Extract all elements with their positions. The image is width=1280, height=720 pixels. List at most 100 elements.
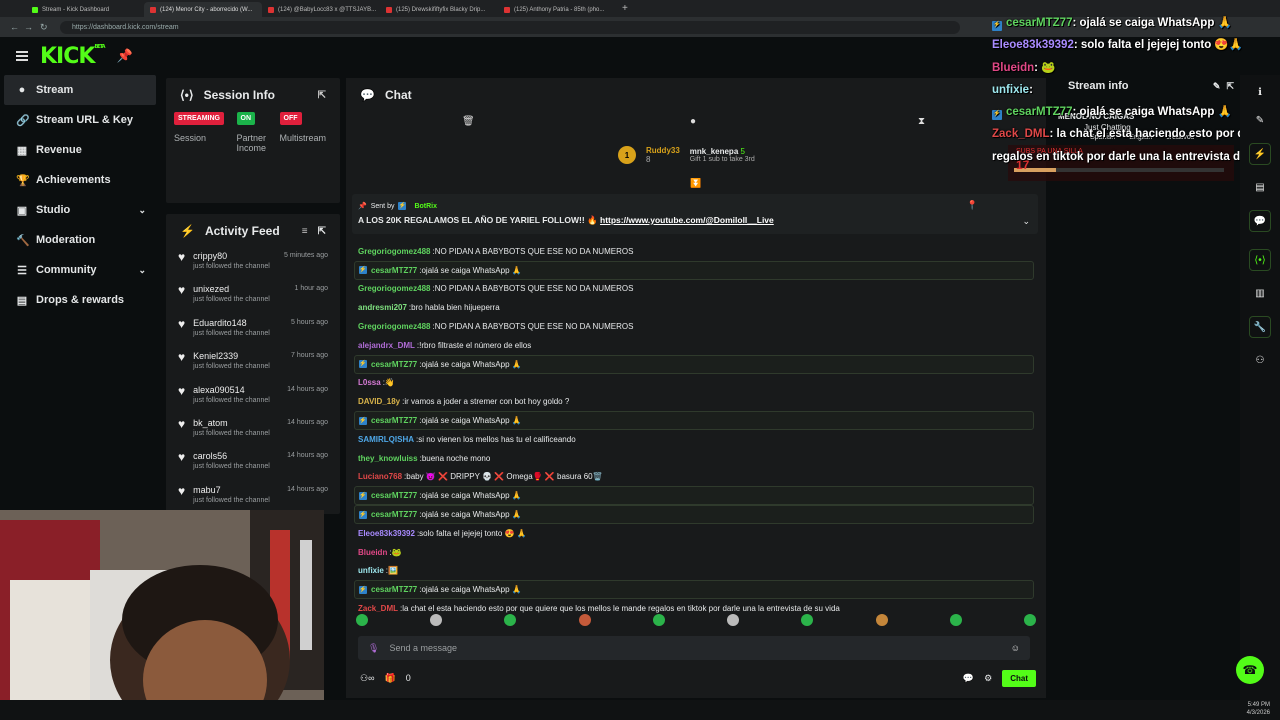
url-input[interactable]: https://dashboard.kick.com/stream [60, 20, 960, 34]
heart-icon: ♥ [178, 283, 186, 298]
chat-username[interactable]: cesarMTZ77 [371, 415, 417, 426]
browser-tab[interactable]: (124) @BabyLocc83 x @TTSJAYB... [262, 2, 380, 17]
chat-username[interactable]: Gregoriogomez488 [358, 321, 430, 332]
back-icon[interactable]: ← [10, 22, 19, 32]
follower-name[interactable]: Eduardito148 [193, 317, 270, 329]
follower-name[interactable]: crippy80 [193, 250, 270, 262]
sidebar-item-stream[interactable]: ● Stream [4, 75, 156, 105]
emote-icon[interactable] [801, 614, 814, 626]
heart-icon: ♥ [178, 250, 186, 264]
bot-name[interactable]: BotRix [414, 203, 437, 210]
popout-icon[interactable]: ⇱ [318, 226, 326, 237]
follower-name[interactable]: Keniel2339 [193, 350, 270, 362]
logo-text: KICK [40, 43, 95, 69]
emoji-icon[interactable]: ☺ [1011, 643, 1020, 653]
chat-username[interactable]: Gregoriogomez488 [358, 283, 430, 294]
document-icon[interactable]: ▤ [1255, 182, 1264, 193]
gifter-name[interactable]: Ruddy33 [646, 146, 680, 155]
support-chat-button[interactable]: ☎ [1236, 656, 1264, 684]
emote-icon[interactable] [430, 614, 443, 626]
chat-username[interactable]: cesarMTZ77 [371, 584, 417, 595]
follower-name[interactable]: unixezed [193, 283, 270, 295]
menu-icon[interactable] [16, 51, 28, 61]
emote-icon[interactable] [949, 614, 962, 626]
pencil-icon[interactable]: ✎ [1256, 115, 1264, 126]
gift-user[interactable]: mnk_kenepa [690, 147, 738, 156]
info-icon[interactable]: ℹ [1258, 87, 1262, 98]
session-cells: STREAMING Session ON Partner Income OFF Mul… [166, 112, 340, 153]
chat-username[interactable]: unfixie [358, 565, 384, 576]
chevron-down-icon[interactable]: ⌄ [1022, 216, 1030, 227]
emote-icon[interactable] [1023, 614, 1036, 626]
chat-username[interactable]: DAVID_18y [358, 396, 400, 407]
sidebar-item-studio[interactable]: ▣ Studio ⌄ [4, 195, 156, 225]
popout-icon[interactable]: ⇱ [318, 90, 326, 101]
emote-icon[interactable] [652, 614, 665, 626]
chat-settings-icon[interactable]: 💬 [963, 673, 974, 684]
emote-icon[interactable] [356, 614, 368, 626]
lightning-icon[interactable]: ⚡ [1249, 143, 1271, 165]
chat-username[interactable]: SAMIRLQISHA [358, 434, 414, 445]
users-icon[interactable]: ⚇∞ [360, 673, 374, 684]
chat-username[interactable]: L0ssa [358, 377, 381, 388]
chat-bubble-icon[interactable]: ● [690, 116, 696, 127]
reload-icon[interactable]: ↻ [40, 22, 48, 33]
gift-box-icon[interactable]: 🎁 [384, 673, 395, 684]
unpin-icon[interactable]: 📍 [967, 200, 978, 211]
chat-text: NO PIDAN A BABYBOTS QUE ESE NO DA NUMERO… [434, 246, 634, 256]
gear-icon[interactable]: ⚙ [984, 673, 992, 684]
sidebar-item-achievements[interactable]: 🏆 Achievements [4, 165, 156, 195]
send-chat-button[interactable]: Chat [1002, 669, 1036, 687]
sidebar-item-revenue[interactable]: ▦ Revenue [4, 135, 156, 165]
chat-username[interactable]: Zack_DML [358, 603, 398, 614]
bolt-icon: ⚡ [180, 224, 195, 238]
chat-username[interactable]: cesarMTZ77 [371, 265, 417, 276]
browser-tab[interactable]: (125) Anthony Patria - 85th (pho... [498, 2, 616, 17]
sidebar-item-label: Moderation [36, 234, 96, 246]
wrench-icon[interactable]: 🔧 [1249, 316, 1271, 338]
chat-username[interactable]: Luciano768 [358, 471, 402, 482]
pinned-link[interactable]: https://www.youtube.com/@Domiloll__Live [600, 215, 774, 225]
chat-username[interactable]: Blueidn [358, 547, 387, 558]
browser-tab[interactable]: (124) Menor City - aborrecido (W... [144, 2, 262, 17]
broadcast-icon[interactable]: ⟨•⟩ [1249, 249, 1271, 271]
layers-icon[interactable]: ▥ [1255, 288, 1264, 299]
browser-tab-kick[interactable]: Stream - Kick Dashboard [26, 2, 144, 17]
emote-icon[interactable] [578, 614, 591, 626]
chat-username[interactable]: Gregoriogomez488 [358, 246, 430, 257]
follower-name[interactable]: alexa090514 [193, 384, 270, 396]
chat-username[interactable]: they_knowluiss [358, 453, 418, 464]
kick-logo[interactable]: KICKBETA [40, 43, 106, 69]
chat-username[interactable]: alejandrx_DML [358, 340, 415, 351]
emote-icon[interactable] [875, 614, 888, 626]
chat-username[interactable]: cesarMTZ77 [371, 359, 417, 370]
hourglass-icon[interactable]: ⧗ [918, 116, 925, 127]
chat-text: bro habla bien hijueperra [411, 303, 500, 313]
trash-icon[interactable]: 🗑 [462, 116, 475, 127]
forward-icon[interactable]: → [24, 22, 33, 32]
overlay-username: Zack_DML [992, 128, 1050, 141]
chat-username[interactable]: andresmi207 [358, 302, 407, 313]
follower-name[interactable]: bk_atom [193, 417, 270, 429]
emote-icon[interactable] [727, 614, 740, 626]
chat-username[interactable]: Eleoe83k39392 [358, 528, 415, 539]
users-icon[interactable]: ⚇ [1256, 355, 1265, 366]
mic-icon[interactable]: 🎙 [368, 643, 379, 654]
chevron-down-icon[interactable]: ⏬ [690, 178, 701, 189]
emote-icon[interactable] [504, 614, 517, 626]
browser-tab[interactable]: (125) Drewskififtyfix Blacky Drip... [380, 2, 498, 17]
filter-icon[interactable]: ≡ [302, 226, 308, 237]
pin-icon[interactable]: 📌 [117, 48, 133, 64]
sidebar-item-community[interactable]: ☰ Community ⌄ [4, 255, 156, 285]
send-message-input[interactable]: 🎙 Send a message ☺ [358, 636, 1030, 660]
chat-bubble-icon[interactable]: 💬 [1249, 210, 1271, 232]
youtube-favicon-icon [150, 6, 156, 13]
chat-username[interactable]: cesarMTZ77 [371, 509, 417, 520]
new-tab-button[interactable]: + [622, 3, 628, 14]
sidebar-item-moderation[interactable]: 🔨 Moderation [4, 225, 156, 255]
follower-name[interactable]: carols56 [193, 450, 270, 462]
chat-username[interactable]: cesarMTZ77 [371, 490, 417, 501]
sidebar-item-drops-rewards[interactable]: ▤ Drops & rewards [4, 285, 156, 315]
sidebar-item-stream-url-key[interactable]: 🔗 Stream URL & Key [4, 105, 156, 135]
follower-name[interactable]: mabu7 [193, 484, 270, 496]
